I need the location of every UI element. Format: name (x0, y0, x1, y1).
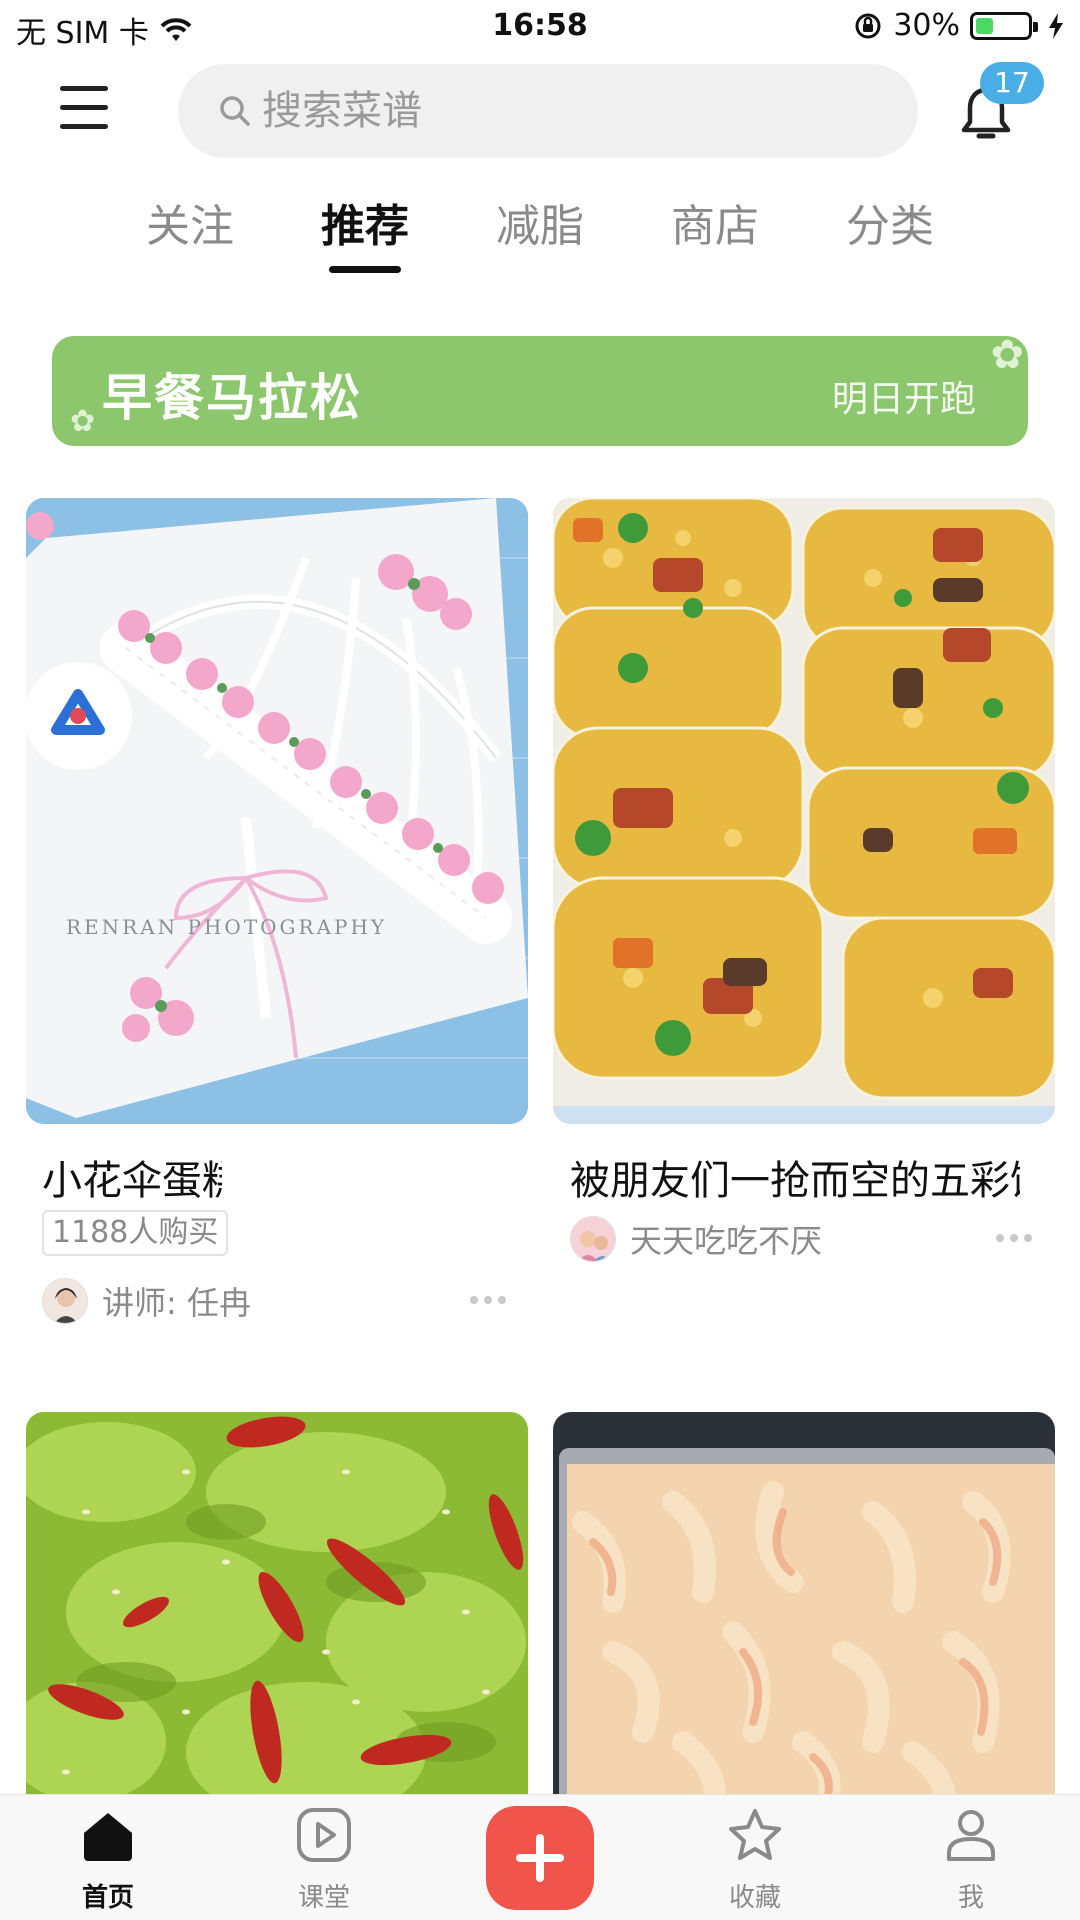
banner-title: 早餐马拉松 (102, 369, 362, 427)
search-icon (220, 96, 250, 126)
nav-favorites[interactable]: 收藏 (685, 1795, 825, 1920)
nav-home-label: 首页 (81, 1883, 134, 1913)
notification-badge: 17 (980, 62, 1044, 104)
recipe-image-green-dish[interactable] (26, 1412, 528, 1812)
nav-profile-label: 我 (957, 1883, 984, 1913)
category-tabs: 关注 推荐 减脂 商店 分类 (0, 190, 1080, 280)
charging-icon (1049, 12, 1063, 39)
recipe-title[interactable]: 小花伞蛋糕 (42, 1148, 222, 1206)
svg-text:RENRAN PHOTOGRAPHY: RENRAN PHOTOGRAPHY (66, 915, 387, 939)
flower-decoration: ✿ (990, 336, 1024, 378)
tab-following[interactable]: 关注 (120, 190, 260, 254)
add-recipe-button[interactable] (486, 1806, 594, 1910)
umbrella-cake-illustration: RENRAN PHOTOGRAPHY (26, 498, 528, 1124)
more-options-button[interactable] (470, 1296, 506, 1304)
avatar (42, 1278, 88, 1324)
top-header: 17 (0, 62, 1080, 158)
recipe-image-umbrella-cake[interactable]: RENRAN PHOTOGRAPHY (26, 498, 528, 1124)
nav-classroom[interactable]: 课堂 (254, 1795, 394, 1920)
status-bar: 无 SIM 卡 16:58 30% (0, 0, 1080, 56)
nav-profile[interactable]: 我 (901, 1795, 1041, 1920)
battery-icon (970, 11, 1038, 40)
flower-decoration: ✿ (70, 404, 96, 439)
recipe-title[interactable]: 被朋友们一抢而空的五彩饭团 (570, 1148, 1020, 1206)
recipe-image-rice-rolls[interactable] (553, 498, 1055, 1124)
app-screen: 无 SIM 卡 16:58 30% 搜索菜谱 17 关注 推荐 减脂 商店 分类… (0, 0, 1080, 1920)
avatar (570, 1216, 616, 1262)
author-info[interactable]: 讲师: 任冉 (42, 1278, 251, 1324)
banner-cta: 明日开跑 (831, 379, 976, 420)
person-icon (947, 1810, 995, 1861)
author-name: 讲师: 任冉 (102, 1284, 251, 1322)
search-bar[interactable] (178, 64, 918, 158)
rotation-lock-icon (855, 13, 881, 38)
home-icon (84, 1813, 132, 1861)
tab-fat-loss[interactable]: 减脂 (470, 190, 610, 254)
green-dish-illustration (26, 1412, 528, 1812)
battery-percent: 30% (893, 8, 960, 43)
purchase-count-badge: 1188人购买 (42, 1210, 229, 1256)
battery-level-fill (976, 17, 993, 34)
menu-button[interactable] (60, 86, 110, 130)
nav-favorites-label: 收藏 (728, 1883, 781, 1913)
status-right: 30% (853, 8, 1064, 43)
star-icon (729, 1809, 781, 1860)
fried-strips-illustration (553, 1412, 1055, 1812)
promo-banner[interactable]: ✿ ✿ 早餐马拉松 明日开跑 (52, 336, 1028, 446)
more-options-button[interactable] (996, 1234, 1032, 1242)
active-tab-indicator (329, 266, 401, 273)
play-icon (297, 1808, 351, 1862)
nav-classroom-label: 课堂 (297, 1883, 350, 1913)
tab-categories[interactable]: 分类 (820, 190, 960, 254)
plus-icon (516, 1834, 564, 1882)
recipe-image-fried-strips[interactable] (553, 1412, 1055, 1812)
author-name: 天天吃吃不厌 (630, 1222, 823, 1260)
nav-home[interactable]: 首页 (38, 1795, 178, 1920)
tab-recommended[interactable]: 推荐 (295, 190, 435, 254)
search-input[interactable] (262, 88, 862, 134)
rice-rolls-illustration (553, 498, 1055, 1124)
tab-shop[interactable]: 商店 (645, 190, 785, 254)
author-info[interactable]: 天天吃吃不厌 (570, 1216, 822, 1262)
